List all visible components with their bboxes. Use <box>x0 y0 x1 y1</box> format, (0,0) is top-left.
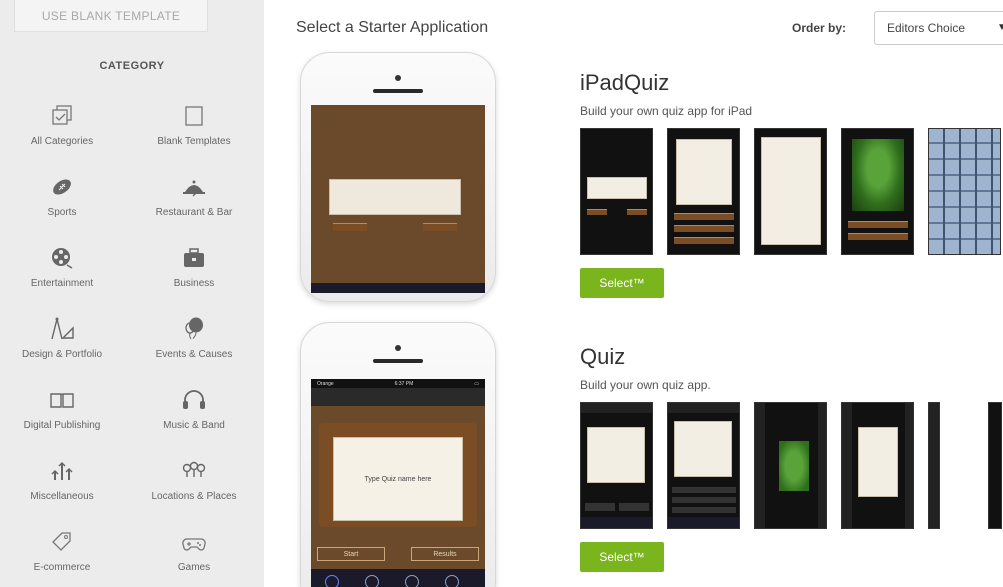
category-entertainment[interactable]: Entertainment <box>0 242 124 313</box>
category-business[interactable]: Business <box>124 242 264 313</box>
phone-start-button: Start <box>317 547 385 561</box>
category-label: Games <box>177 562 211 573</box>
category-label: Restaurant & Bar <box>155 207 233 218</box>
phone-status-bar: Orange 6:37 PM ▭ <box>311 379 485 388</box>
app-description: Build your own quiz app for iPad <box>580 104 753 118</box>
screenshot-thumbnail <box>580 402 653 529</box>
camera-dot <box>395 345 401 351</box>
screenshot-thumbnail <box>928 128 1001 255</box>
category-blank-templates[interactable]: Blank Templates <box>124 100 264 171</box>
misc-arrows-icon <box>46 455 78 487</box>
category-label: Design & Portfolio <box>21 349 103 360</box>
screenshot-thumbnail <box>580 128 653 255</box>
chevron-down-icon: ▼ <box>997 22 1003 33</box>
phone-tab-bar <box>311 283 485 293</box>
category-label: Locations & Places <box>151 491 237 502</box>
status-carrier: Orange <box>317 380 334 387</box>
screenshot-thumbnail <box>667 402 740 529</box>
category-label: Entertainment <box>30 278 94 289</box>
phone-screen: Orange 6:37 PM ▭ Type Quiz name here Sta… <box>311 379 485 587</box>
category-grid: All Categories Blank Templates Sports Re… <box>0 100 264 587</box>
category-label: Sports <box>47 207 77 218</box>
category-e-commerce[interactable]: E-commerce <box>0 526 124 587</box>
order-by-label: Order by: <box>792 21 847 35</box>
use-blank-template-button[interactable]: USE BLANK TEMPLATE <box>14 0 208 32</box>
category-label: Events & Causes <box>155 349 233 360</box>
screenshot-thumbnail <box>754 128 827 255</box>
balloons-icon <box>178 313 210 345</box>
category-label: All Categories <box>30 136 94 147</box>
category-design-portfolio[interactable]: Design & Portfolio <box>0 313 124 384</box>
app-preview-phone <box>300 52 496 302</box>
screen-dialog <box>329 179 461 215</box>
category-miscellaneous[interactable]: Miscellaneous <box>0 455 124 526</box>
category-label: Business <box>173 278 215 289</box>
category-digital-publishing[interactable]: Digital Publishing <box>0 384 124 455</box>
app-title: iPadQuiz <box>580 70 670 95</box>
category-sidebar: USE BLANK TEMPLATE CATEGORY All Categori… <box>0 0 264 587</box>
category-games[interactable]: Games <box>124 526 264 587</box>
book-icon <box>46 384 78 416</box>
headphones-icon <box>178 384 210 416</box>
app-title: Quiz <box>580 344 626 369</box>
category-all-categories[interactable]: All Categories <box>0 100 124 171</box>
map-pins-icon <box>178 455 210 487</box>
quiz-name-card: Type Quiz name here <box>333 437 463 521</box>
screen-button <box>423 223 457 231</box>
category-label: Blank Templates <box>157 136 231 147</box>
screen-button <box>333 223 367 231</box>
screenshot-thumbnail <box>754 402 827 529</box>
compass-ruler-icon <box>46 313 78 345</box>
phone-tab-bar <box>311 569 485 587</box>
category-sports[interactable]: Sports <box>0 171 124 242</box>
select-ipadquiz-button[interactable]: Select™ <box>580 268 664 298</box>
all-categories-icon <box>46 100 78 132</box>
screenshot-thumbnail <box>928 402 940 529</box>
screenshot-thumbnail <box>667 128 740 255</box>
category-label: Miscellaneous <box>30 491 94 502</box>
status-time: 6:37 PM <box>394 380 414 387</box>
screenshot-thumbnail <box>841 128 914 255</box>
phone-results-button: Results <box>411 547 479 561</box>
category-locations-places[interactable]: Locations & Places <box>124 455 264 526</box>
speaker-grille <box>373 89 423 93</box>
gamepad-icon <box>178 526 210 558</box>
app-preview-phone: Orange 6:37 PM ▭ Type Quiz name here Sta… <box>300 322 496 587</box>
category-restaurant-bar[interactable]: Restaurant & Bar <box>124 171 264 242</box>
speaker-grille <box>373 359 423 363</box>
category-title: CATEGORY <box>99 60 165 72</box>
quiz-name-text: Type Quiz name here <box>364 475 432 483</box>
briefcase-icon <box>178 242 210 274</box>
select-quiz-button[interactable]: Select™ <box>580 542 664 572</box>
film-reel-icon <box>46 242 78 274</box>
football-icon <box>46 171 78 203</box>
category-music-band[interactable]: Music & Band <box>124 384 264 455</box>
order-by-value: Editors Choice <box>887 21 966 35</box>
app-description: Build your own quiz app. <box>580 378 711 392</box>
price-tag-icon <box>46 526 78 558</box>
category-label: Digital Publishing <box>23 420 101 431</box>
phone-screen <box>311 105 485 293</box>
order-by-select[interactable]: Editors Choice ▼ <box>874 11 1003 45</box>
page-heading: Select a Starter Application <box>296 19 489 36</box>
category-events-causes[interactable]: Events & Causes <box>124 313 264 384</box>
category-label: Music & Band <box>163 420 225 431</box>
battery-icon: ▭ <box>474 380 479 387</box>
category-label: E-commerce <box>33 562 91 573</box>
screenshot-thumbnail <box>841 402 914 529</box>
blank-template-icon <box>178 100 210 132</box>
camera-dot <box>395 75 401 81</box>
cloche-icon <box>178 171 210 203</box>
screenshot-thumbnail <box>988 402 1002 529</box>
